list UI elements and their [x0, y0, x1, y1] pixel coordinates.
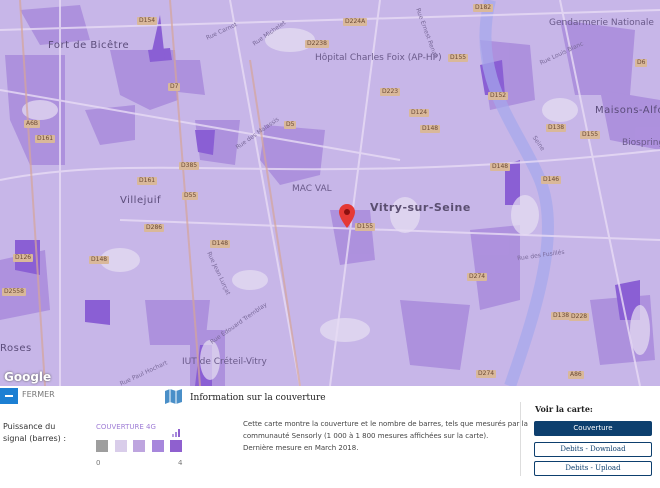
legend-swatch-0 — [96, 440, 108, 452]
divider — [520, 402, 521, 476]
place-label: Maisons-Alfort — [595, 105, 660, 116]
road-badge: D274 — [467, 273, 488, 281]
road-badge: D155 — [580, 131, 601, 139]
legend-swatch-2 — [133, 440, 145, 452]
road-badge: D223 — [380, 88, 401, 96]
place-label: Gendarmerie Nationale — [549, 18, 654, 28]
legend-title: COUVERTURE 4G — [96, 423, 156, 431]
road-badge: D2558 — [2, 288, 26, 296]
place-label: Vitry-sur-Seine — [370, 201, 471, 214]
close-button[interactable] — [0, 388, 18, 404]
road-badge: A6B — [24, 120, 41, 128]
road-badge: D148 — [490, 163, 511, 171]
road-badge: D5 — [284, 121, 297, 129]
signal-label-line: signal (barres) : — [3, 434, 67, 443]
road-badge: D385 — [179, 162, 200, 170]
place-label: Roses — [0, 343, 32, 354]
description-line: Dernière mesure en March 2018. — [243, 444, 359, 452]
place-label: MAC VAL — [292, 184, 332, 194]
info-panel: FERMER Information sur la couverture Pui… — [0, 386, 660, 488]
google-logo: Google — [4, 370, 52, 384]
legend-swatch-3 — [152, 440, 164, 452]
road-badge: D6 — [635, 59, 648, 67]
close-label[interactable]: FERMER — [22, 390, 55, 399]
place-label: Biospringer — [622, 138, 660, 148]
road-badge: D148 — [420, 125, 441, 133]
road-badge: D286 — [144, 224, 165, 232]
road-badge: D155 — [448, 54, 469, 62]
road-badge: A86 — [568, 371, 584, 379]
road-badge: D55 — [182, 192, 199, 200]
view-map-label: Voir la carte: — [535, 404, 593, 414]
road-badge: D7 — [168, 83, 181, 91]
place-label: Villejuif — [120, 195, 162, 206]
panel-title: Information sur la couverture — [190, 393, 326, 403]
coverage-button[interactable]: Couverture — [534, 421, 652, 436]
road-badge: D152 — [488, 92, 509, 100]
road-badge: D124 — [409, 109, 430, 117]
road-badge: D126 — [13, 254, 34, 262]
road-badge: D161 — [137, 177, 158, 185]
upload-speed-button[interactable]: Debits - Upload — [534, 461, 652, 476]
download-speed-button[interactable]: Debits - Download — [534, 442, 652, 457]
scale-max: 4 — [178, 459, 183, 467]
road-badge: D228 — [569, 313, 590, 321]
road-badge: D161 — [35, 135, 56, 143]
road-badge: D182 — [473, 4, 494, 12]
legend-swatch-1 — [115, 440, 127, 452]
road-badge: D2238 — [305, 40, 329, 48]
signal-bars-icon — [172, 422, 181, 441]
signal-label-line: Puissance du — [3, 422, 56, 431]
place-label: Fort de Bicêtre — [48, 40, 130, 51]
description: Cette carte montre la couverture et le n… — [243, 418, 528, 454]
place-label: IUT de Créteil-Vitry — [182, 357, 267, 367]
road-badge: D148 — [210, 240, 231, 248]
road-badge: D148 — [89, 256, 110, 264]
legend-swatch-4 — [170, 440, 182, 452]
road-badge: D274 — [476, 370, 497, 378]
description-line: Cette carte montre la couverture et le n… — [243, 420, 528, 428]
road-badge: D146 — [541, 176, 562, 184]
road-badge: D154 — [137, 17, 158, 25]
description-line: communauté Sensorly (1 000 à 1 800 mesur… — [243, 432, 489, 440]
map-icon — [165, 389, 182, 408]
road-badge: D155 — [355, 223, 376, 231]
road-badge: D224A — [343, 18, 368, 26]
signal-label: Puissance du signal (barres) : — [3, 421, 66, 445]
place-label: Hôpital Charles Foix (AP-HP) — [315, 53, 442, 63]
coverage-map[interactable]: Fort de Bicêtre Hôpital Charles Foix (AP… — [0, 0, 660, 386]
scale-min: 0 — [96, 459, 101, 467]
road-badge: D138 — [546, 124, 567, 132]
